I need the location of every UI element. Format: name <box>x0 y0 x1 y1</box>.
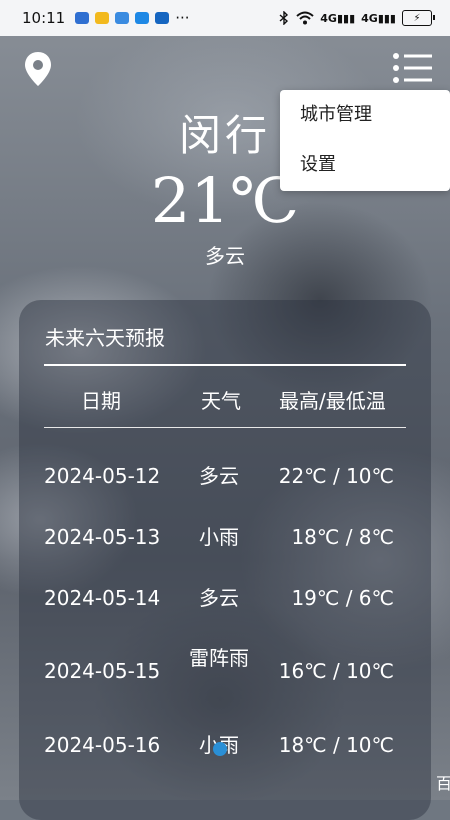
row-weather: 小雨 <box>199 525 239 549</box>
row-date: 2024-05-13 <box>44 525 161 549</box>
forecast-title: 未来六天预报 <box>45 326 165 350</box>
bluetooth-icon <box>279 11 289 25</box>
row-temp: 22℃ / 10℃ <box>278 464 394 488</box>
options-dropdown-menu: 城市管理 设置 <box>280 90 450 191</box>
title-divider <box>44 364 406 366</box>
battery-charging-icon: ⚡ <box>402 10 435 26</box>
row-weather: 多云 <box>199 586 239 610</box>
current-condition: 多云 <box>205 244 245 268</box>
row-temp: 18℃ / 8℃ <box>291 525 394 549</box>
row-temp: 18℃ / 10℃ <box>278 733 394 757</box>
status-bar: 10:11 ··· 4G▮▮▮ 4G▮▮▮ ⚡ <box>0 0 450 36</box>
row-weather: 多云 <box>199 464 239 488</box>
header-divider <box>44 427 406 428</box>
header-weather: 天气 <box>201 389 241 413</box>
row-temp: 16℃ / 10℃ <box>278 659 394 683</box>
browser-notification-icon <box>135 12 150 24</box>
more-notifications-icon: ··· <box>175 9 190 27</box>
wifi-icon <box>296 11 314 25</box>
row-weather: 雷阵雨 <box>189 646 249 670</box>
row-date: 2024-05-14 <box>44 586 161 610</box>
signal-4g-icon: 4G▮▮▮ <box>320 11 356 25</box>
header-temp: 最高/最低温 <box>279 389 386 413</box>
forecast-panel: 未来六天预报 日期 天气 最高/最低温 2024-05-12 多云 22℃ / … <box>19 300 431 820</box>
row-date: 2024-05-16 <box>44 733 161 757</box>
corner-watermark-text: 百 <box>436 774 450 793</box>
app-notification-icon <box>115 12 130 24</box>
menu-item-city-management[interactable]: 城市管理 <box>280 90 450 140</box>
row-date: 2024-05-12 <box>44 464 161 488</box>
menu-list-icon[interactable] <box>392 52 434 84</box>
location-pin-icon[interactable] <box>22 50 54 88</box>
header-date: 日期 <box>81 389 121 413</box>
menu-item-settings[interactable]: 设置 <box>280 140 450 190</box>
row-date: 2024-05-15 <box>44 659 161 683</box>
notification-icon <box>75 12 90 24</box>
row-temp: 19℃ / 6℃ <box>291 586 394 610</box>
status-time: 10:11 <box>22 9 66 27</box>
touch-indicator-dot <box>213 742 227 756</box>
signal-4g-icon-2: 4G▮▮▮ <box>361 11 396 25</box>
shield-notification-icon <box>155 12 170 24</box>
mail-notification-icon <box>95 12 110 24</box>
